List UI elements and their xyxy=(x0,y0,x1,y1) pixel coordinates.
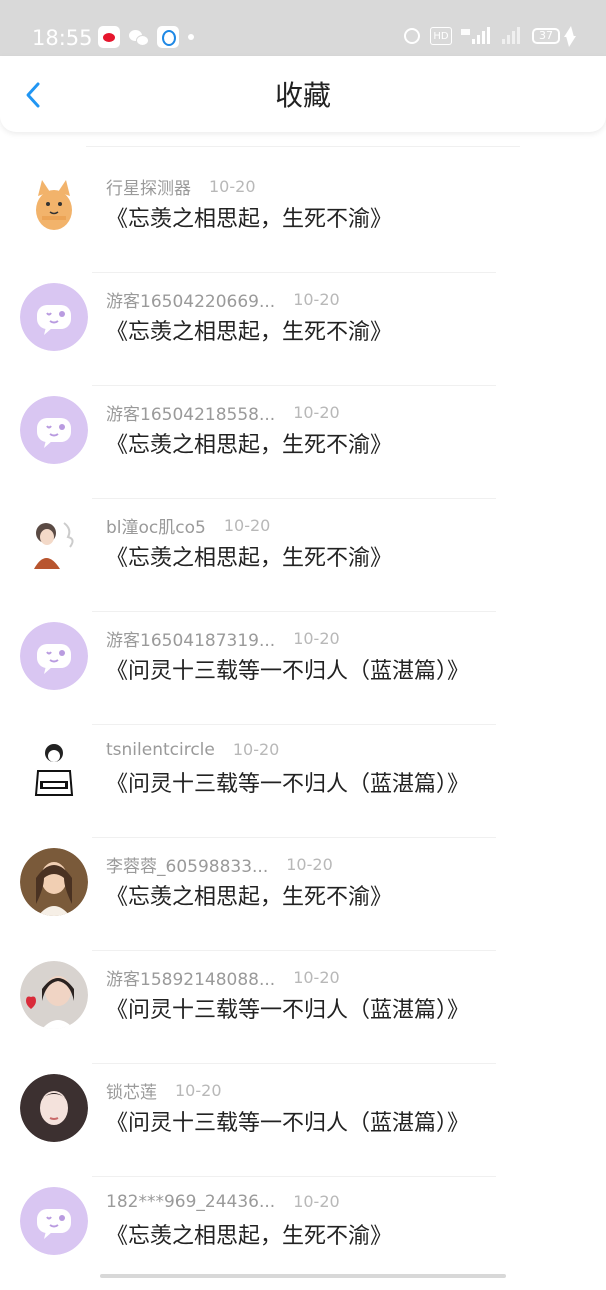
story-title[interactable]: 《问灵十三载等一不归人（蓝湛篇）》 xyxy=(106,996,469,1026)
hd-icon: HD xyxy=(430,27,452,45)
story-title[interactable]: 《忘羡之相思起，生死不渝》 xyxy=(106,1222,392,1252)
list-item[interactable]: 游客15892148088... 10-20 《问灵十三载等一不归人（蓝湛篇）》 xyxy=(0,951,606,1064)
date: 10-20 xyxy=(293,1192,340,1211)
avatar[interactable] xyxy=(20,509,88,577)
item-meta: 游客16504187319... 10-20 xyxy=(106,626,340,651)
avatar[interactable] xyxy=(20,848,88,916)
username[interactable]: 游客16504187319... xyxy=(106,626,275,651)
item-meta: 游客16504218558... 10-20 xyxy=(106,400,340,425)
story-title[interactable]: 《问灵十三载等一不归人（蓝湛篇）》 xyxy=(106,770,469,800)
item-meta: 行星探测器 10-20 xyxy=(106,174,256,199)
username[interactable]: 游客16504218558... xyxy=(106,400,275,425)
item-meta: 182***969_24436... 10-20 xyxy=(106,1191,340,1215)
weibo-icon xyxy=(98,26,120,48)
app-header: 收藏 xyxy=(0,56,606,132)
story-title[interactable]: 《忘羡之相思起，生死不渝》 xyxy=(106,544,392,574)
chat-bubble-avatar-icon xyxy=(20,283,88,351)
avatar[interactable] xyxy=(20,735,88,803)
date: 10-20 xyxy=(293,968,340,987)
list-item[interactable]: 李蓉蓉_60598833... 10-20 《忘羡之相思起，生死不渝》 xyxy=(0,838,606,951)
line-drawing-avatar-icon xyxy=(20,735,88,803)
cat-avatar-icon xyxy=(20,170,88,238)
date: 10-20 xyxy=(286,855,333,874)
date: 10-20 xyxy=(175,1081,222,1100)
date: 10-20 xyxy=(223,516,271,535)
date: 10-20 xyxy=(293,290,340,309)
alarm-icon xyxy=(404,28,420,44)
item-meta: 游客15892148088... 10-20 xyxy=(106,965,340,990)
date: 10-20 xyxy=(293,629,340,648)
battery-icon: 37 xyxy=(532,28,560,44)
item-meta: tsnilentcircle 10-20 xyxy=(106,739,279,763)
list-item[interactable]: 行星探测器 10-20 《忘羡之相思起，生死不渝》 xyxy=(0,160,606,273)
avatar[interactable] xyxy=(20,283,88,351)
item-meta: 游客16504220669... 10-20 xyxy=(106,287,340,312)
list-item[interactable]: tsnilentcircle 10-20 《问灵十三载等一不归人（蓝湛篇）》 xyxy=(0,725,606,838)
story-title[interactable]: 《忘羡之相思起，生死不渝》 xyxy=(106,318,392,348)
list-item[interactable]: 游客16504220669... 10-20 《忘羡之相思起，生死不渝》 xyxy=(0,273,606,386)
list-item[interactable]: 游客16504187319... 10-20 《问灵十三载等一不归人（蓝湛篇）》 xyxy=(0,612,606,725)
username[interactable]: bl潼oc肌co5 xyxy=(106,513,206,538)
avatar[interactable] xyxy=(20,961,88,1029)
username[interactable]: 182***969_24436... xyxy=(106,1192,275,1212)
item-meta: bl潼oc肌co5 10-20 xyxy=(106,513,271,538)
photo-avatar-icon xyxy=(20,1074,88,1142)
list-item[interactable]: 游客16504218558... 10-20 《忘羡之相思起，生死不渝》 xyxy=(0,386,606,499)
status-bar: 18:55 HD 37 xyxy=(0,0,606,56)
username[interactable]: tsnilentcircle xyxy=(106,740,215,760)
list-item[interactable]: bl潼oc肌co5 10-20 《忘羡之相思起，生死不渝》 xyxy=(0,499,606,612)
scroll-indicator xyxy=(100,1274,506,1278)
more-notifications-dot xyxy=(188,34,194,40)
avatar[interactable] xyxy=(20,622,88,690)
signal-icon xyxy=(500,27,522,45)
status-time: 18:55 xyxy=(32,26,93,50)
story-title[interactable]: 《忘羡之相思起，生死不渝》 xyxy=(106,883,392,913)
username[interactable]: 游客15892148088... xyxy=(106,965,275,990)
date: 10-20 xyxy=(232,740,280,759)
list-item[interactable]: 锁芯莲 10-20 《问灵十三载等一不归人（蓝湛篇）》 xyxy=(0,1064,606,1177)
item-meta: 李蓉蓉_60598833... 10-20 xyxy=(106,852,333,877)
username[interactable]: 游客16504220669... xyxy=(106,287,275,312)
date: 10-20 xyxy=(209,177,256,196)
girl-sketch-avatar-icon xyxy=(20,509,88,577)
page-title: 收藏 xyxy=(274,79,331,112)
signal-4g-icon xyxy=(460,27,490,45)
chat-bubble-avatar-icon xyxy=(20,1187,88,1255)
date: 10-20 xyxy=(293,403,340,422)
username[interactable]: 锁芯莲 xyxy=(106,1078,157,1103)
username[interactable]: 李蓉蓉_60598833... xyxy=(106,852,268,877)
favorites-list: 行星探测器 10-20 《忘羡之相思起，生死不渝》 游客16504220669..… xyxy=(0,160,606,1290)
story-title[interactable]: 《问灵十三载等一不归人（蓝湛篇）》 xyxy=(106,657,469,687)
top-divider xyxy=(86,146,520,147)
avatar[interactable] xyxy=(20,1074,88,1142)
photo-avatar-icon xyxy=(20,848,88,916)
wechat-icon xyxy=(128,26,150,48)
chat-bubble-avatar-icon xyxy=(20,396,88,464)
item-meta: 锁芯莲 10-20 xyxy=(106,1078,222,1103)
username[interactable]: 行星探测器 xyxy=(106,174,191,199)
photo-avatar-icon xyxy=(20,961,88,1029)
charging-icon-tail xyxy=(566,36,576,47)
story-title[interactable]: 《忘羡之相思起，生死不渝》 xyxy=(106,431,392,461)
browser-icon xyxy=(157,26,179,48)
avatar[interactable] xyxy=(20,170,88,238)
story-title[interactable]: 《忘羡之相思起，生死不渝》 xyxy=(106,205,392,235)
story-title[interactable]: 《问灵十三载等一不归人（蓝湛篇）》 xyxy=(106,1109,469,1139)
avatar[interactable] xyxy=(20,396,88,464)
avatar[interactable] xyxy=(20,1187,88,1255)
chat-bubble-avatar-icon xyxy=(20,622,88,690)
